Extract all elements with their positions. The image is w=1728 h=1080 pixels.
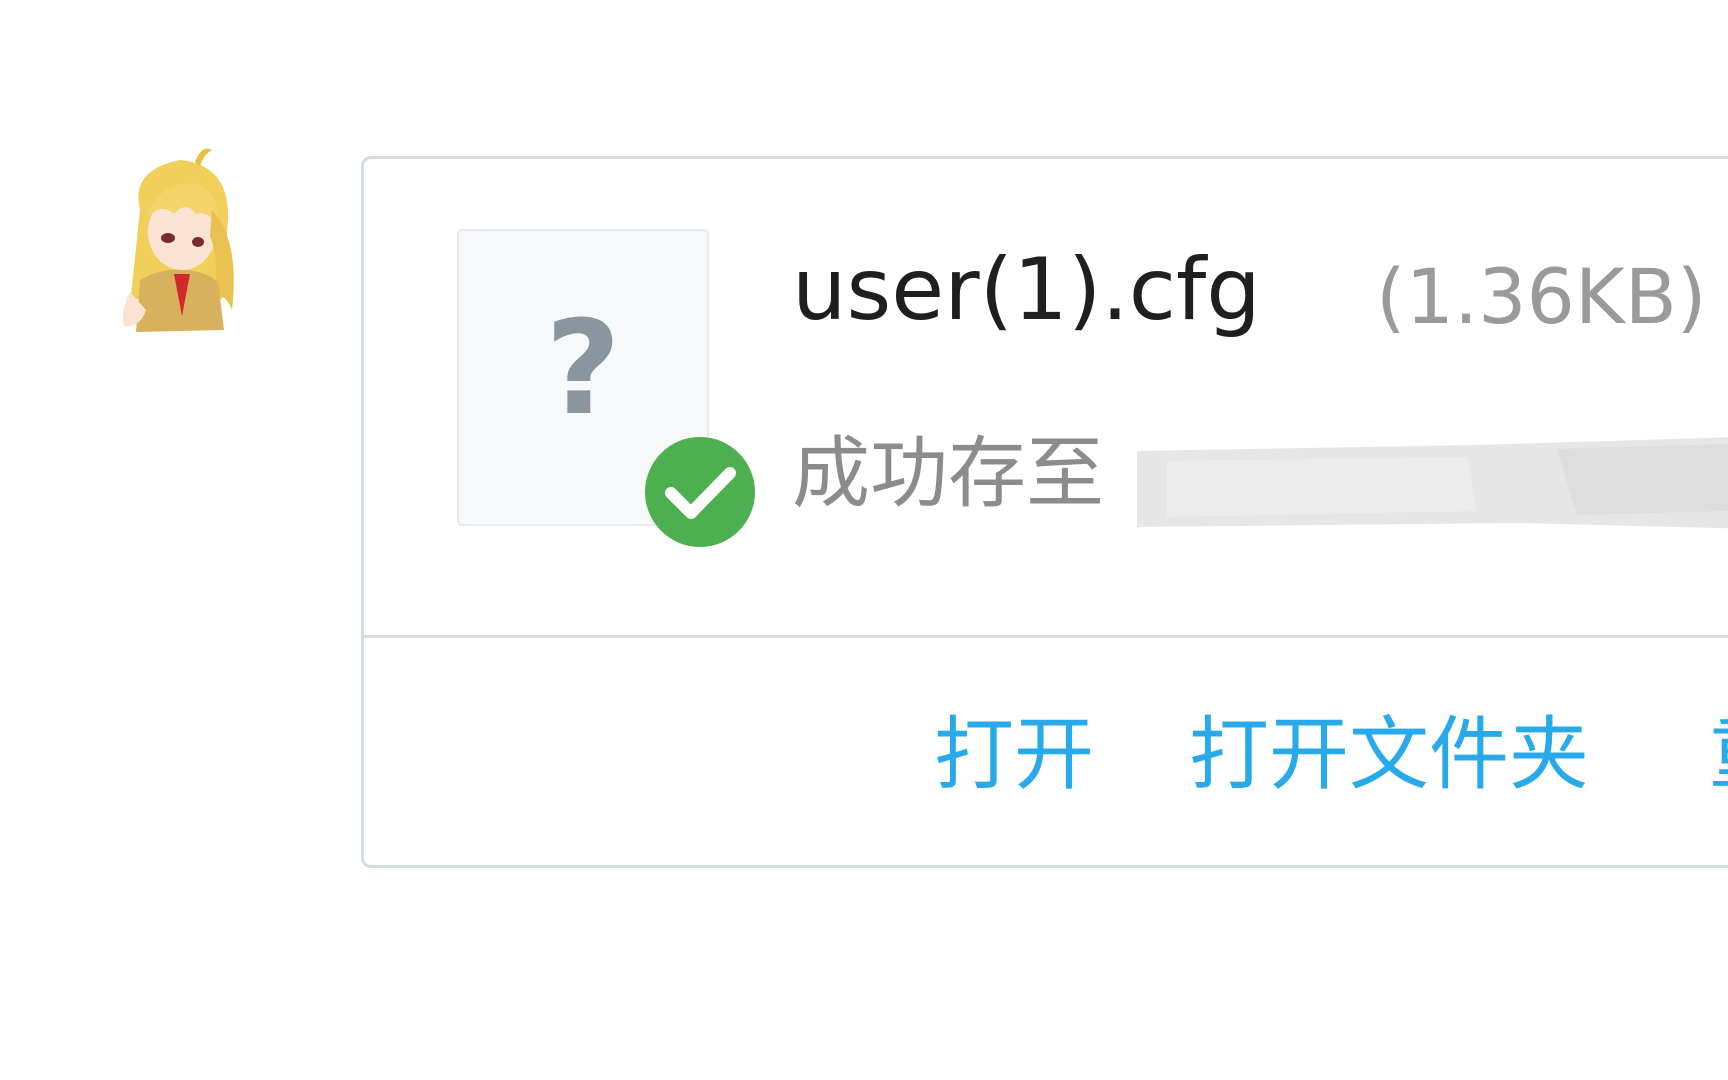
open-file-link[interactable]: 打开 (934, 715, 1094, 795)
redacted-save-path (1137, 431, 1728, 541)
question-mark-icon: ? (545, 292, 621, 444)
sender-avatar[interactable] (100, 140, 260, 340)
chat-window: ? user(1).cfg (1.36KB) 成功存至 打开 打开文件夹 (0, 0, 1728, 1080)
open-folder-link[interactable]: 打开文件夹 (1189, 715, 1589, 795)
file-size: (1.36KB) (1376, 252, 1707, 341)
file-actions-bar: 打开 打开文件夹 重 (364, 638, 1728, 868)
file-name[interactable]: user(1).cfg (792, 247, 1261, 333)
file-info-section: ? user(1).cfg (1.36KB) 成功存至 (364, 159, 1728, 637)
check-circle-icon (643, 435, 757, 549)
file-transfer-card[interactable]: ? user(1).cfg (1.36KB) 成功存至 打开 打开文件夹 (361, 156, 1728, 868)
more-action-link[interactable]: 重 (1709, 715, 1728, 795)
save-status-text: 成功存至 (792, 429, 1105, 519)
anime-character-avatar-icon (122, 148, 234, 332)
